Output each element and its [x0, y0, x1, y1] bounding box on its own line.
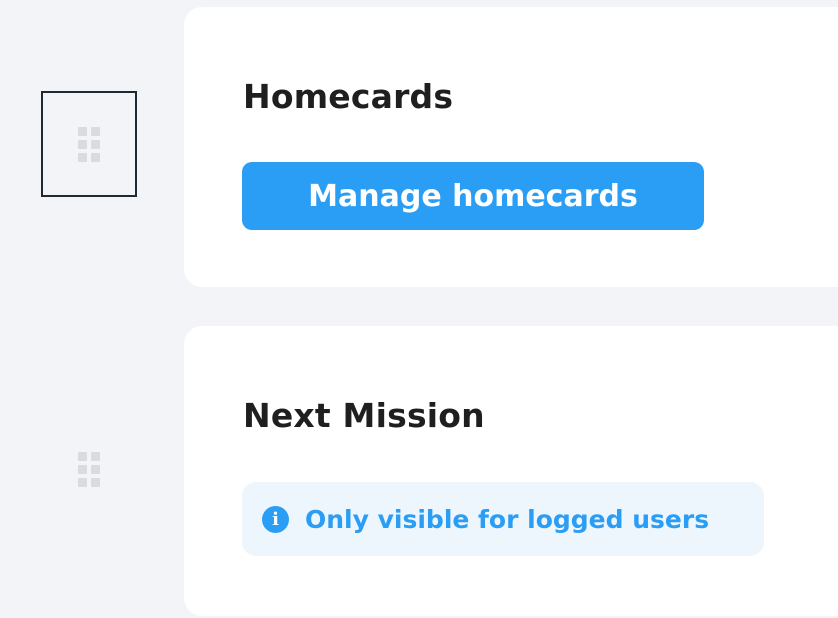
section-title: Next Mission: [243, 396, 485, 435]
info-circle-icon: i: [262, 505, 289, 533]
drag-handle-icon: [78, 451, 100, 487]
section-list: Homecards Manage homecards Next Mission …: [0, 0, 838, 618]
drag-handle-icon: [78, 126, 100, 162]
visibility-info-text: Only visible for logged users: [305, 504, 710, 534]
manage-homecards-button[interactable]: Manage homecards: [242, 162, 704, 230]
drag-handle-next-mission[interactable]: [41, 416, 137, 522]
section-card-homecards: Homecards Manage homecards: [184, 7, 838, 287]
section-title: Homecards: [243, 77, 454, 116]
visibility-info-badge: i Only visible for logged users: [242, 482, 764, 556]
drag-handle-homecards[interactable]: [41, 91, 137, 197]
section-card-next-mission: Next Mission i Only visible for logged u…: [184, 326, 838, 616]
